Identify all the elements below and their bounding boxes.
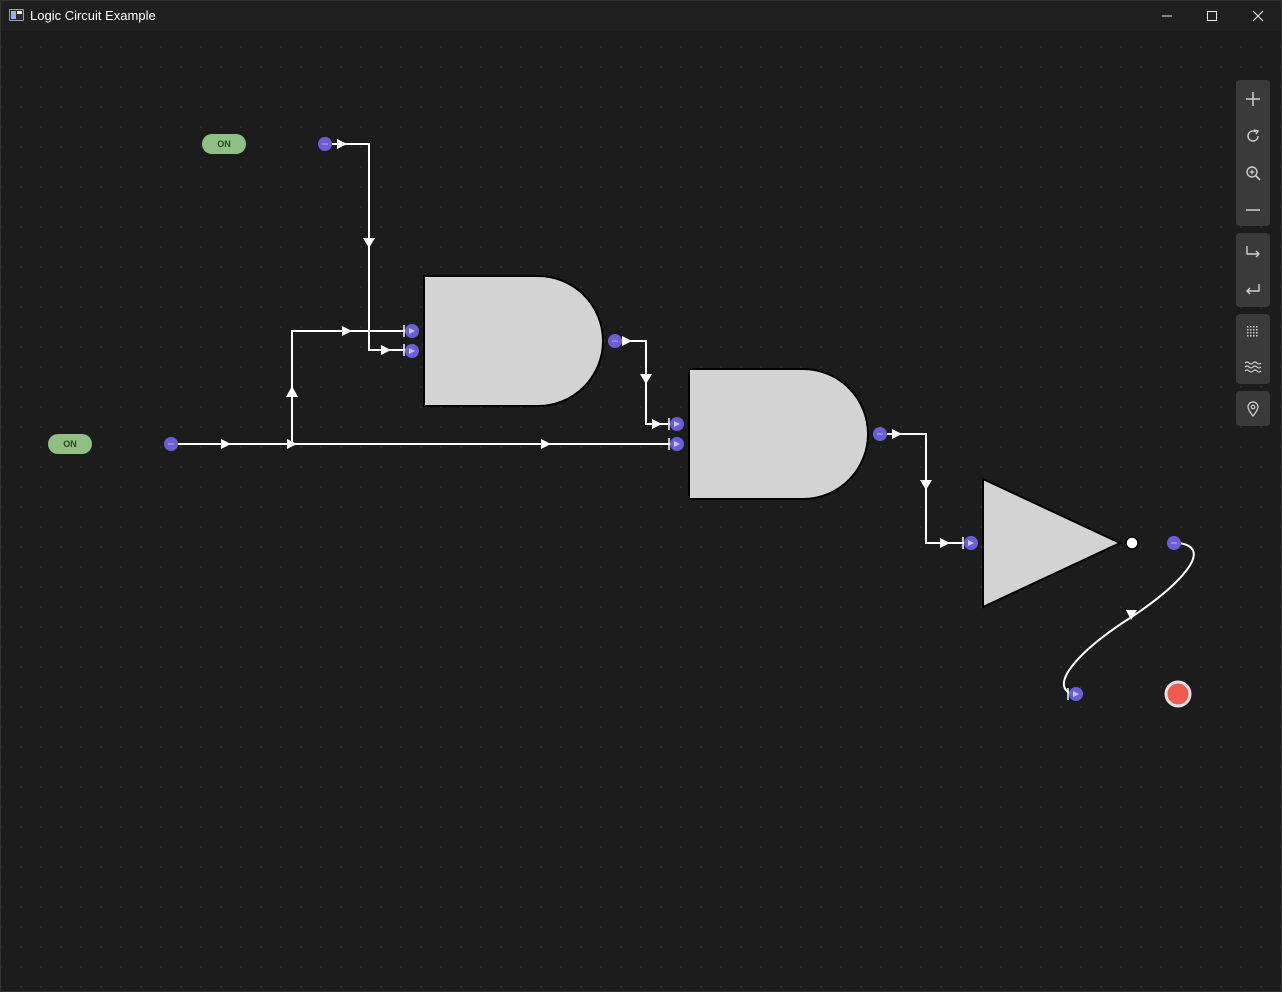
port-not-out[interactable] xyxy=(1167,536,1181,550)
port-output-in[interactable] xyxy=(1069,687,1083,701)
redirect-icon xyxy=(1246,245,1260,257)
port-and1-in-b[interactable] xyxy=(405,344,419,358)
grid-icon xyxy=(1247,325,1258,336)
port-and2-out[interactable] xyxy=(873,427,887,441)
plus-icon xyxy=(1246,91,1260,106)
toggle-left-input[interactable]: ON xyxy=(48,434,92,454)
not-gate[interactable] xyxy=(982,477,1123,609)
and-gate-2[interactable] xyxy=(688,368,869,500)
circuit-diagram xyxy=(164,137,1195,708)
port-left-source[interactable] xyxy=(164,437,178,451)
port-and1-in-a[interactable] xyxy=(405,324,419,338)
enter-icon xyxy=(1246,283,1260,294)
background-wave-button[interactable] xyxy=(1236,349,1270,384)
route-enter-button[interactable] xyxy=(1236,270,1270,307)
locate-button[interactable] xyxy=(1236,391,1270,426)
port-and2-in-a[interactable] xyxy=(670,417,684,431)
refresh-icon xyxy=(1247,128,1260,142)
pin-icon xyxy=(1247,400,1259,417)
toolbar-group-locate xyxy=(1236,391,1270,426)
wave-icon xyxy=(1244,360,1262,373)
port-and1-out[interactable] xyxy=(608,334,622,348)
port-not-in[interactable] xyxy=(964,536,978,550)
zoom-in-button[interactable] xyxy=(1236,154,1270,191)
port-top-source[interactable] xyxy=(318,137,332,151)
output-indicator xyxy=(1164,680,1192,708)
toolbar-group-background xyxy=(1236,314,1270,384)
not-gate-bubble xyxy=(1125,536,1139,550)
zoom-in-icon xyxy=(1246,165,1261,181)
background-grid-button[interactable] xyxy=(1236,314,1270,349)
reset-button[interactable] xyxy=(1236,117,1270,154)
route-redirect-button[interactable] xyxy=(1236,233,1270,270)
add-node-button[interactable] xyxy=(1236,80,1270,117)
minus-icon xyxy=(1246,208,1260,211)
port-and2-in-b[interactable] xyxy=(670,437,684,451)
toggle-top-input[interactable]: ON xyxy=(202,134,246,154)
wires xyxy=(176,143,1195,695)
toolbar-group-view xyxy=(1236,80,1270,226)
toolbar-group-routing xyxy=(1236,233,1270,307)
zoom-out-button[interactable] xyxy=(1236,191,1270,228)
wire-not-to-output[interactable] xyxy=(1062,542,1195,695)
ports xyxy=(164,137,1181,701)
and-gate-1[interactable] xyxy=(423,275,604,407)
